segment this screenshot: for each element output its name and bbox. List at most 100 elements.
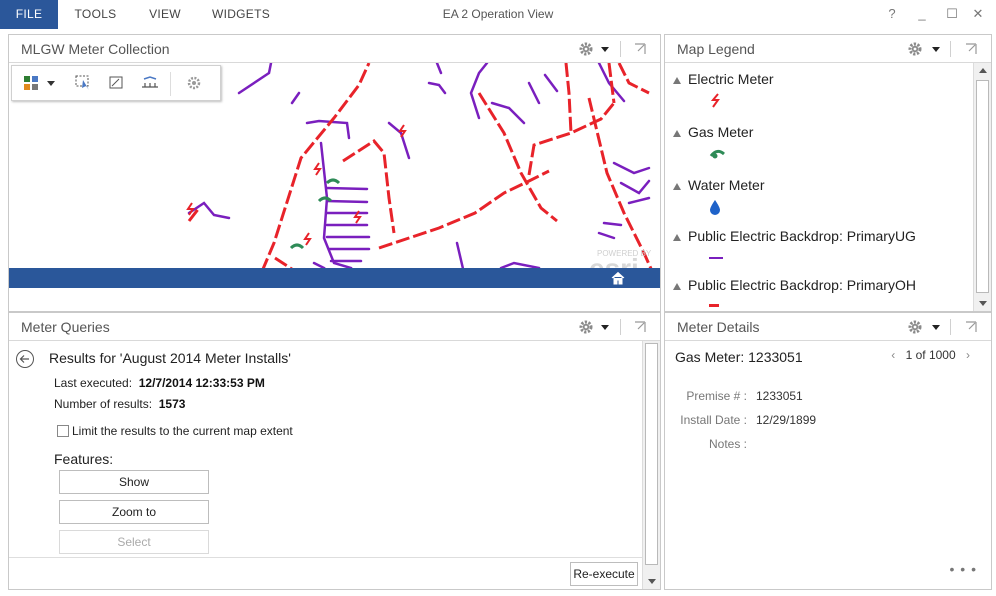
details-panel-title: Meter Details [677,319,760,335]
features-label: Features: [54,451,114,467]
select-features-icon[interactable] [74,74,94,92]
help-button[interactable]: ? [880,3,904,25]
home-icon[interactable] [611,271,625,285]
select-button[interactable]: Select [59,530,209,554]
queries-footer: Re-execute [9,557,642,589]
num-results-value: 1573 [158,397,186,411]
detail-key: Notes : [708,437,747,451]
next-record-button[interactable]: › [959,348,977,362]
record-title: Gas Meter: 1233051 [675,349,803,365]
maximize-button[interactable]: ☐ [940,3,964,25]
chevron-down-icon[interactable] [601,47,609,52]
scroll-up-arrow[interactable] [974,63,991,79]
map-panel-title: MLGW Meter Collection [21,41,170,57]
scroll-down-arrow[interactable] [643,573,660,589]
more-options-button[interactable]: • • • [950,561,977,577]
legend-item-water: Water Meter [665,177,973,229]
show-button[interactable]: Show [59,470,209,494]
gear-icon[interactable] [907,41,923,57]
gear-icon[interactable] [907,319,923,335]
queries-panel-title: Meter Queries [21,319,110,335]
header-divider [950,319,951,335]
num-results-label: Number of results: [54,397,153,411]
collapse-triangle-icon[interactable] [673,130,681,137]
scroll-thumb[interactable] [976,80,989,293]
scroll-down-arrow[interactable] [974,295,991,311]
limit-extent-label[interactable]: Limit the results to the current map ext… [72,424,293,438]
purple-line-symbol [709,257,723,259]
minimize-button[interactable]: _ [910,3,934,25]
collapse-triangle-icon[interactable] [673,183,681,190]
gear-icon[interactable] [578,319,594,335]
legend-list: Electric Meter Gas Meter Water Meter Pub… [665,63,973,311]
gas-meter-icon [709,149,725,159]
map-status-bar [9,268,660,288]
re-execute-button[interactable]: Re-execute [570,562,638,586]
last-executed-value: 12/7/2014 12:33:53 PM [138,376,265,390]
legend-panel-title: Map Legend [677,41,755,57]
scroll-thumb[interactable] [645,343,658,565]
menu-file[interactable]: FILE [0,0,58,29]
back-arrow-icon[interactable] [15,349,35,369]
queries-panel-header: Meter Queries [9,313,660,341]
number-of-results: Number of results: 1573 [54,397,185,411]
pager-text: 1 of 1000 [905,348,956,362]
collapse-triangle-icon[interactable] [673,234,681,241]
previous-record-button[interactable]: ‹ [884,348,902,362]
gear-icon[interactable] [578,41,594,57]
legend-label: Electric Meter [688,71,774,87]
results-title: Results for 'August 2014 Meter Installs' [49,350,291,366]
legend-item-gas: Gas Meter [665,124,973,176]
details-panel-header: Meter Details [665,313,991,341]
toolbar-divider [170,72,171,96]
menu-widgets[interactable]: WIDGETS [197,0,285,29]
last-executed: Last executed: 12/7/2014 12:33:53 PM [54,376,265,390]
chevron-down-icon[interactable] [932,325,940,330]
query-results: Results for 'August 2014 Meter Installs'… [9,341,642,589]
header-divider [620,41,621,57]
popout-icon[interactable] [964,42,978,56]
chevron-down-icon[interactable] [932,47,940,52]
legend-label: Public Electric Backdrop: PrimaryUG [688,228,916,244]
queries-scrollbar[interactable] [642,341,660,589]
legend-item-electric: Electric Meter [665,71,973,123]
chevron-down-icon[interactable] [47,81,55,86]
legend-label: Public Electric Backdrop: PrimaryOH [688,277,916,293]
legend-item-primary-ug: Public Electric Backdrop: PrimaryUG [665,228,973,280]
menu-tools[interactable]: TOOLS [58,0,133,29]
close-button[interactable]: ✕ [966,3,990,25]
clear-selection-icon[interactable] [107,74,127,92]
legend-panel: Map Legend Electric Meter Gas Meter Wate… [664,34,992,312]
limit-extent-checkbox[interactable] [57,425,69,437]
queries-panel: Meter Queries Results for 'August 2014 M… [8,312,661,590]
menu-view[interactable]: VIEW [133,0,197,29]
zoom-to-button[interactable]: Zoom to [59,500,209,524]
legend-panel-header: Map Legend [665,35,991,63]
measure-icon[interactable] [140,74,160,92]
map-panel: MLGW Meter Collection POWERED BY [8,34,661,312]
collapse-triangle-icon[interactable] [673,283,681,290]
detail-key: Install Date : [680,413,747,427]
water-meter-icon [710,200,720,215]
electric-meter-icon [710,93,720,108]
header-divider [950,41,951,57]
map-toolbar [11,65,221,101]
legend-scrollbar[interactable] [973,63,991,311]
popout-icon[interactable] [964,320,978,334]
chevron-down-icon[interactable] [601,325,609,330]
last-executed-label: Last executed: [54,376,133,390]
detail-key: Premise # : [686,389,747,403]
legend-label: Gas Meter [688,124,754,140]
header-divider [620,319,621,335]
map-panel-header: MLGW Meter Collection [9,35,660,63]
map-settings-gear-icon[interactable] [184,74,204,92]
details-panel: Meter Details Gas Meter: 1233051 ‹ 1 of … [664,312,992,590]
basemap-icon[interactable] [22,74,42,92]
red-dashed-line-symbol [709,304,719,307]
popout-icon[interactable] [633,320,647,334]
popout-icon[interactable] [633,42,647,56]
legend-label: Water Meter [688,177,765,193]
collapse-triangle-icon[interactable] [673,77,681,84]
legend-item-primary-oh: Public Electric Backdrop: PrimaryOH [665,277,973,311]
title-bar: FILE TOOLS VIEW WIDGETS EA 2 Operation V… [0,0,996,29]
